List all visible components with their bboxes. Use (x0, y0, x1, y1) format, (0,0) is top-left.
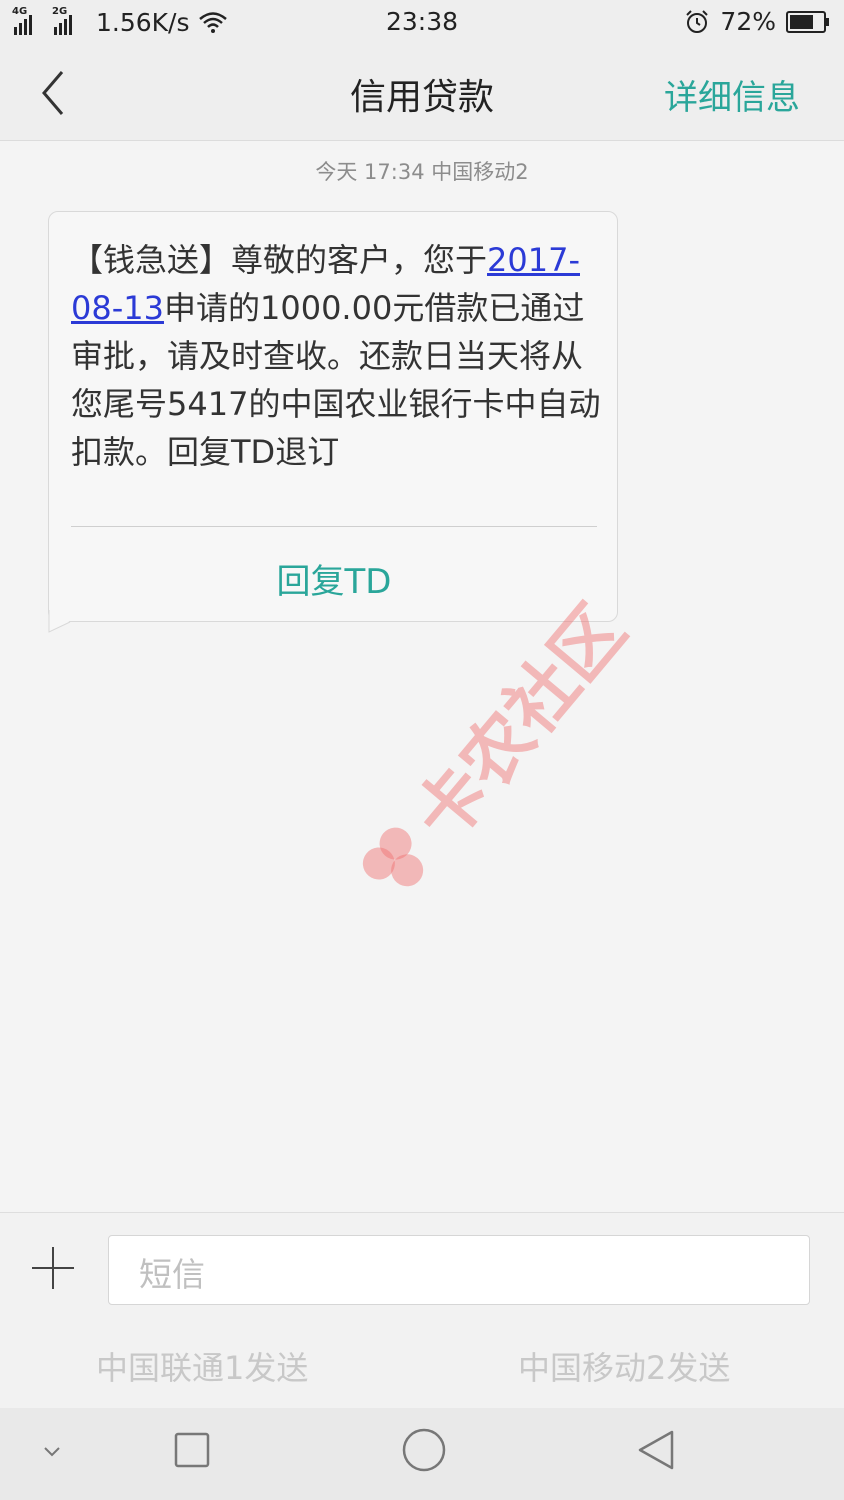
sms-input[interactable]: 短信 (108, 1235, 810, 1305)
message-bubble[interactable]: 【钱急送】尊敬的客户，您于2017-08-13申请的1000.00元借款已通过审… (48, 211, 618, 622)
bubble-tail (48, 610, 86, 633)
compose-area: 短信 中国联通1发送 中国移动2发送 (0, 1212, 844, 1409)
plus-icon[interactable] (30, 1245, 76, 1291)
message-text: 【钱急送】尊敬的客户，您于2017-08-13申请的1000.00元借款已通过审… (71, 236, 601, 476)
send-sim2-button[interactable]: 中国移动2发送 (518, 1343, 730, 1389)
conversation-header: 信用贷款 详细信息 (0, 46, 844, 141)
square-icon[interactable] (172, 1430, 212, 1470)
message-timestamp: 今天 17:34 中国移动2 (315, 160, 529, 184)
bubble-divider (71, 526, 597, 527)
battery-percent: 72% (720, 7, 776, 36)
status-bar: 4G 2G 1.56K/s 23:38 72% (0, 0, 844, 46)
battery-icon (786, 10, 829, 33)
alarm-icon (686, 9, 709, 33)
chevron-down-icon[interactable] (40, 1444, 64, 1460)
send-sim1-button[interactable]: 中国联通1发送 (96, 1343, 308, 1389)
status-right: 72% (684, 7, 830, 36)
detail-info-button[interactable]: 详细信息 (664, 70, 800, 119)
circle-icon[interactable] (400, 1426, 448, 1474)
triangle-back-icon[interactable] (634, 1428, 678, 1472)
watermark-text: 卡农社区 (398, 589, 642, 857)
sms-input-placeholder: 短信 (139, 1255, 205, 1294)
watermark: 卡农社区 (336, 580, 645, 921)
navigation-bar (0, 1408, 844, 1500)
quick-reply-button[interactable]: 回复TD (49, 554, 619, 603)
message-text-before: 【钱急送】尊敬的客户，您于 (71, 241, 488, 279)
